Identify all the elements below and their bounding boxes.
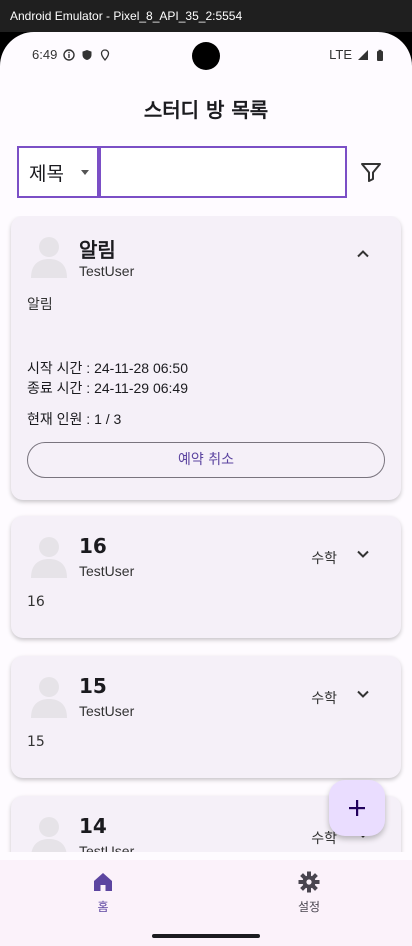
room-title: 16 [79,534,107,558]
add-room-button[interactable] [329,780,385,836]
status-bar: 6:49 LTE [0,32,412,78]
room-description: 알림 [27,297,53,313]
battery-icon [377,49,383,61]
room-card[interactable]: 16 TestUser 수학 16 [11,516,401,638]
home-icon [94,873,112,891]
nav-label-home: 홈 [97,900,109,914]
room-category: 수학 [311,551,337,567]
room-author: TestUser [79,703,135,719]
search-field-value: 제목 [29,162,64,185]
room-title: 15 [79,674,107,698]
room-author: TestUser [79,843,135,852]
search-row: 제목 [17,146,395,198]
app-screen: 6:49 LTE 스터디 방 목록 제목 알림 TestUser 알림 시작 시… [0,32,412,946]
nav-item-settings[interactable]: 설정 [269,870,349,915]
search-field-select[interactable]: 제목 [17,146,99,198]
room-card[interactable]: 알림 TestUser 알림 시작 시간 : 24-11-28 06:50 종료… [11,216,401,500]
room-members: 현재 인원 : 1 / 3 [27,411,122,427]
bottom-navigation: 홈 설정 [0,860,412,946]
status-time: 6:49 [32,47,58,62]
avatar-icon [31,237,67,278]
dropdown-caret-icon [81,170,89,175]
filter-icon[interactable] [359,160,383,184]
gesture-home-indicator[interactable] [152,934,260,938]
chevron-down-icon[interactable] [355,686,371,702]
chevron-up-icon[interactable] [355,246,371,262]
location-icon [101,48,110,61]
plus-icon [349,800,365,816]
room-description: 15 [27,734,45,750]
avatar-icon [31,537,67,578]
chevron-down-icon[interactable] [355,546,371,562]
room-end-time: 종료 시간 : 24-11-29 06:49 [27,380,189,396]
room-author: TestUser [79,263,135,279]
room-description: 16 [27,594,45,610]
room-category: 수학 [311,691,337,707]
camera-cutout [192,42,220,70]
room-card[interactable]: 15 TestUser 수학 15 [11,656,401,778]
signal-icon [358,49,368,60]
device-frame: 6:49 LTE 스터디 방 목록 제목 알림 TestUser 알림 시작 시… [0,32,412,946]
info-icon [63,48,76,61]
window-title-bar: Android Emulator - Pixel_8_API_35_2:5554 [0,0,412,32]
gear-icon [298,871,320,893]
avatar-icon [31,677,67,718]
room-list: 알림 TestUser 알림 시작 시간 : 24-11-28 06:50 종료… [0,216,412,852]
nav-label-settings: 설정 [297,900,321,914]
room-title: 14 [79,814,107,838]
avatar-icon [31,817,67,852]
cancel-reservation-button[interactable]: 예약 취소 [27,442,385,478]
room-author: TestUser [79,563,135,579]
nav-item-home[interactable]: 홈 [63,870,143,915]
room-start-time: 시작 시간 : 24-11-28 06:50 [27,360,189,376]
search-input[interactable] [99,146,347,198]
page-title: 스터디 방 목록 [143,98,269,122]
shield-icon [82,49,92,60]
room-title: 알림 [79,238,116,262]
network-type: LTE [329,47,352,62]
window-title: Android Emulator - Pixel_8_API_35_2:5554 [10,9,243,23]
